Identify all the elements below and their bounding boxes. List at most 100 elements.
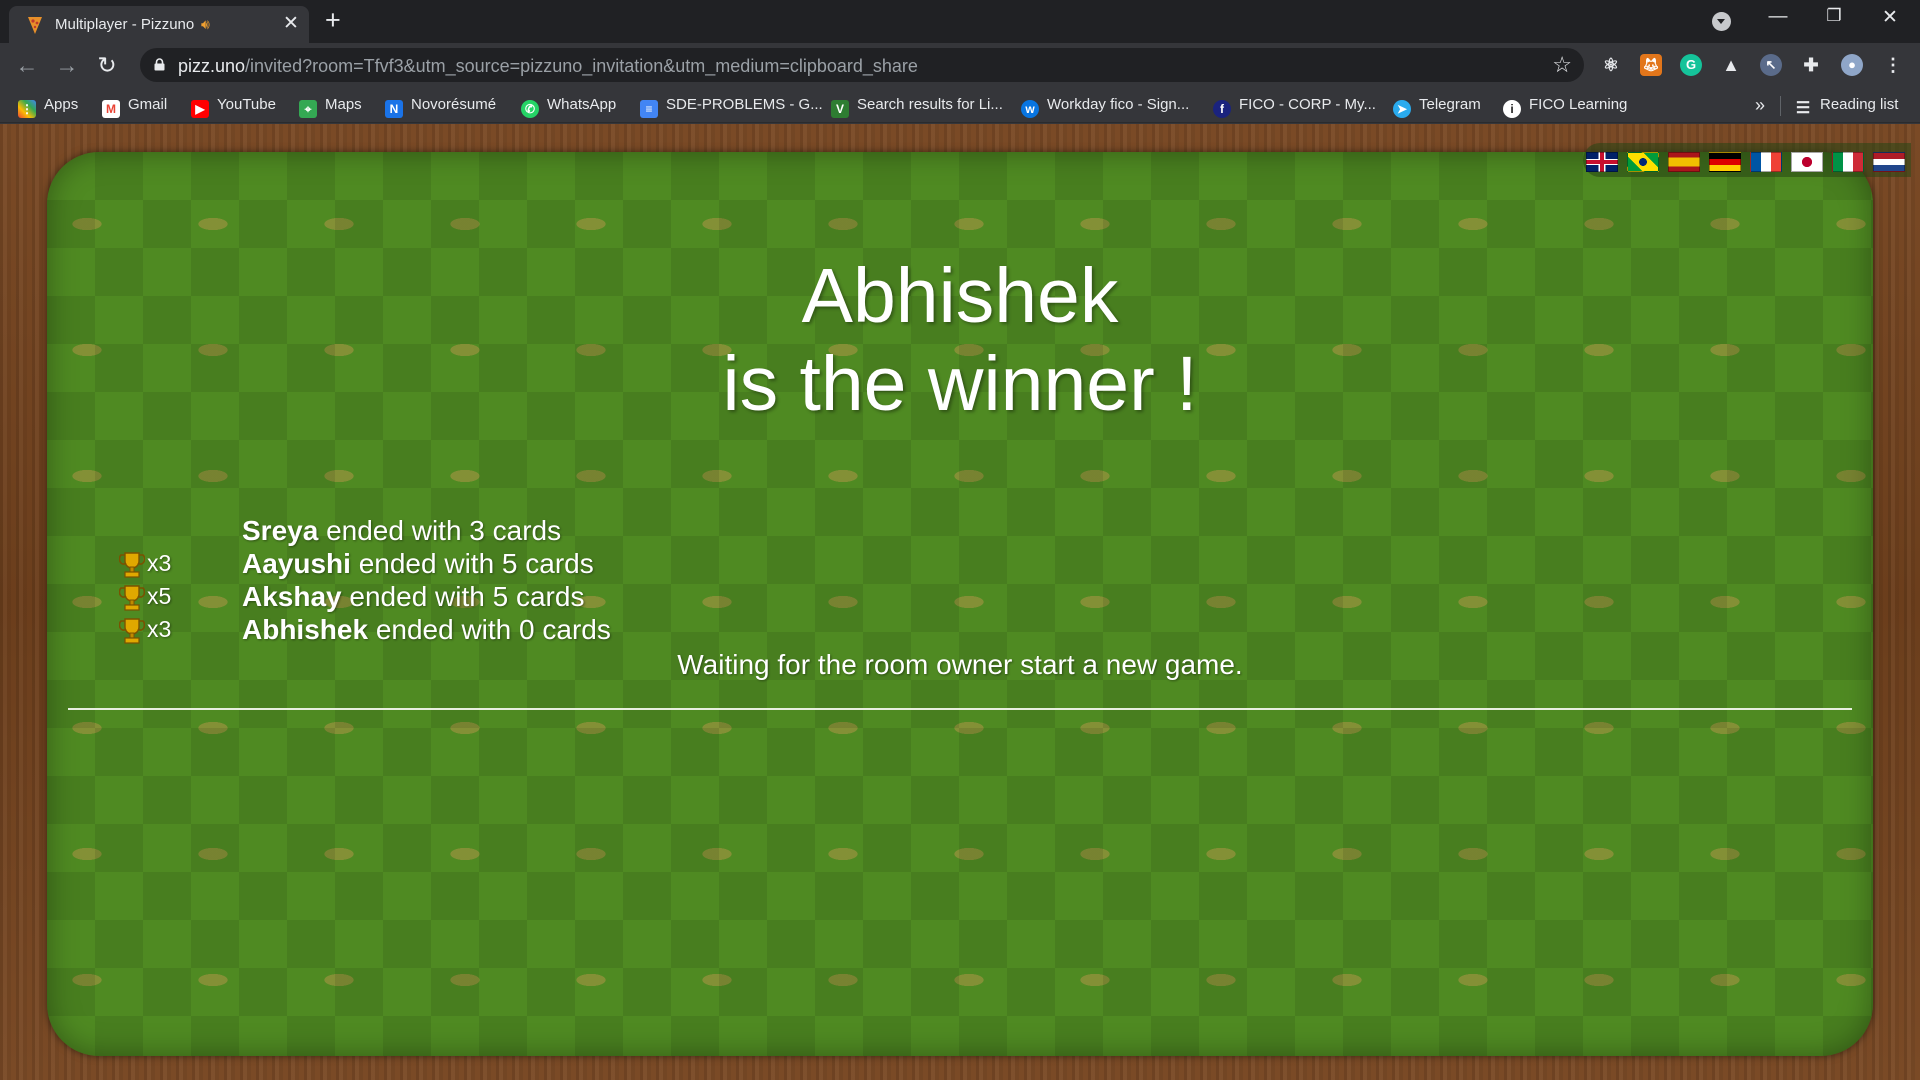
flag-netherlands-icon[interactable] <box>1873 152 1905 172</box>
avatar[interactable]: ● <box>1841 54 1863 76</box>
reading-list-button[interactable]: ☰ Reading list <box>1794 96 1899 118</box>
result-text: ended with 3 cards <box>326 515 562 546</box>
player-name: Abhishek <box>242 614 369 645</box>
winner-text: is the winner ! <box>722 341 1198 427</box>
pizza-icon <box>28 17 42 34</box>
maps-icon: ⌖ <box>299 100 317 118</box>
trophy-icon <box>119 585 145 611</box>
language-selector <box>1583 143 1911 177</box>
forward-icon[interactable]: → <box>52 51 82 79</box>
flag-brazil-icon[interactable] <box>1627 152 1659 172</box>
address-bar[interactable]: pizz.uno/invited?room=Tfvf3&utm_source=p… <box>140 48 1584 82</box>
trophy-icon <box>119 618 145 644</box>
trophy-count: x3 <box>147 616 172 642</box>
minimize-icon[interactable]: — <box>1758 6 1798 28</box>
tab-strip: Multiplayer - Pizzuno 🔊︎ ✕ + — ❐ ✕ <box>0 0 1920 43</box>
react-devtools-icon[interactable]: ⚛ <box>1600 54 1622 76</box>
cursor-extension-icon[interactable]: ↖ <box>1760 54 1782 76</box>
player-name: Sreya <box>242 515 319 546</box>
docs-icon: ≡ <box>640 100 658 118</box>
speaker-icon[interactable]: 🔊︎ <box>201 16 210 33</box>
bookmark-label: Search results for Li... <box>857 96 1003 113</box>
toolbar: ← → ↻ pizz.uno/invited?room=Tfvf3&utm_so… <box>0 43 1920 88</box>
close-tab-icon[interactable]: ✕ <box>283 14 299 33</box>
flag-japan-icon[interactable] <box>1791 152 1823 172</box>
result-text: ended with 5 cards <box>358 548 594 579</box>
trophy-icon <box>119 552 145 578</box>
flag-uk-icon[interactable] <box>1586 152 1618 172</box>
url-text[interactable]: pizz.uno/invited?room=Tfvf3&utm_source=p… <box>178 56 918 77</box>
player-name: Akshay <box>242 581 342 612</box>
metamask-icon[interactable]: 🦊︎ <box>1640 54 1662 76</box>
bookmark-fico-corp[interactable]: f FICO - CORP - My... <box>1213 96 1376 118</box>
url-host: pizz.uno <box>178 56 246 76</box>
bookmark-label: WhatsApp <box>547 96 617 113</box>
bookmark-label: SDE-PROBLEMS - G... <box>666 96 823 113</box>
menu-kebab-icon[interactable]: ⋮ <box>1882 54 1904 76</box>
fico-icon: f <box>1213 100 1231 118</box>
gmail-icon: M <box>102 100 120 118</box>
flag-spain-icon[interactable] <box>1668 152 1700 172</box>
lock-icon[interactable] <box>154 58 165 71</box>
bookmark-sde-problems[interactable]: ≡ SDE-PROBLEMS - G... <box>640 96 823 118</box>
novoresume-icon: N <box>385 100 403 118</box>
wood-table: Abhishek is the winner ! Sreya ended wit… <box>0 124 1920 1080</box>
apps-grid-icon: ⋮ <box>18 100 36 118</box>
bookmark-star-icon[interactable]: ☆ <box>1552 52 1572 78</box>
workday-icon: w <box>1021 100 1039 118</box>
flag-france-icon[interactable] <box>1750 152 1782 172</box>
bookmarks-divider <box>1780 96 1781 116</box>
bookmark-telegram[interactable]: ➤ Telegram <box>1393 96 1481 118</box>
bookmark-whatsapp[interactable]: ✆ WhatsApp <box>521 96 616 118</box>
result-text: ended with 0 cards <box>375 614 611 645</box>
trophy-count: x5 <box>147 583 172 609</box>
bookmark-label: Novorésumé <box>411 96 497 113</box>
reading-list-icon: ☰ <box>1795 100 1811 117</box>
flag-italy-icon[interactable] <box>1832 152 1864 172</box>
tab-title: Multiplayer - Pizzuno <box>55 16 195 33</box>
bookmark-novoresume[interactable]: N Novorésumé <box>385 96 496 118</box>
fico-learning-icon: i <box>1503 100 1521 118</box>
bookmark-label: FICO - CORP - My... <box>1239 96 1376 113</box>
trophy-count: x3 <box>147 550 172 576</box>
bookmark-search-results[interactable]: V Search results for Li... <box>831 96 1003 118</box>
new-tab-button[interactable]: + <box>325 7 341 34</box>
game-board: Abhishek is the winner ! Sreya ended wit… <box>47 152 1873 1056</box>
back-icon[interactable]: ← <box>12 51 42 79</box>
flag-germany-icon[interactable] <box>1709 152 1741 172</box>
triangle-extension-icon[interactable]: ▲ <box>1720 54 1742 76</box>
reading-list-label: Reading list <box>1820 96 1899 113</box>
tab-search-icon[interactable] <box>1712 12 1731 31</box>
bookmark-v-icon: V <box>831 100 849 118</box>
bookmark-label: YouTube <box>217 96 276 113</box>
board-divider <box>68 708 1852 710</box>
youtube-icon: ▶ <box>191 100 209 118</box>
bookmark-fico-learning[interactable]: i FICO Learning <box>1503 96 1627 118</box>
bookmarks-overflow-button[interactable]: » <box>1755 95 1765 116</box>
bookmarks-bar: ⋮ Apps M Gmail ▶ YouTube ⌖ Maps N Novorésumé … <box>0 88 1920 123</box>
bookmark-label: FICO Learning <box>1529 96 1628 113</box>
bookmark-youtube[interactable]: ▶ YouTube <box>191 96 276 118</box>
browser-tab[interactable]: Multiplayer - Pizzuno 🔊︎ ✕ <box>9 6 309 43</box>
bookmark-label: Workday fico - Sign... <box>1047 96 1190 113</box>
restore-icon[interactable]: ❐ <box>1814 6 1854 26</box>
bookmark-label: Apps <box>44 96 79 113</box>
waiting-message: Waiting for the room owner start a new g… <box>677 649 1243 680</box>
bookmark-workday[interactable]: w Workday fico - Sign... <box>1021 96 1189 118</box>
grammarly-icon[interactable]: G <box>1680 54 1702 76</box>
bookmark-maps[interactable]: ⌖ Maps <box>299 96 362 118</box>
player-name: Aayushi <box>242 548 351 579</box>
bookmark-label: Maps <box>325 96 362 113</box>
extensions-puzzle-icon[interactable]: ✚ <box>1800 54 1822 76</box>
bookmark-label: Telegram <box>1419 96 1481 113</box>
bookmark-label: Gmail <box>128 96 168 113</box>
close-window-icon[interactable]: ✕ <box>1870 6 1910 29</box>
result-text: ended with 5 cards <box>349 581 585 612</box>
whatsapp-icon: ✆ <box>521 100 539 118</box>
telegram-icon: ➤ <box>1393 100 1411 118</box>
bookmark-apps[interactable]: ⋮ Apps <box>18 96 78 118</box>
url-path: /invited?room=Tfvf3&utm_source=pizzuno_i… <box>245 56 918 76</box>
winner-name: Abhishek <box>801 253 1119 339</box>
bookmark-gmail[interactable]: M Gmail <box>102 96 167 118</box>
reload-icon[interactable]: ↻ <box>92 51 122 79</box>
